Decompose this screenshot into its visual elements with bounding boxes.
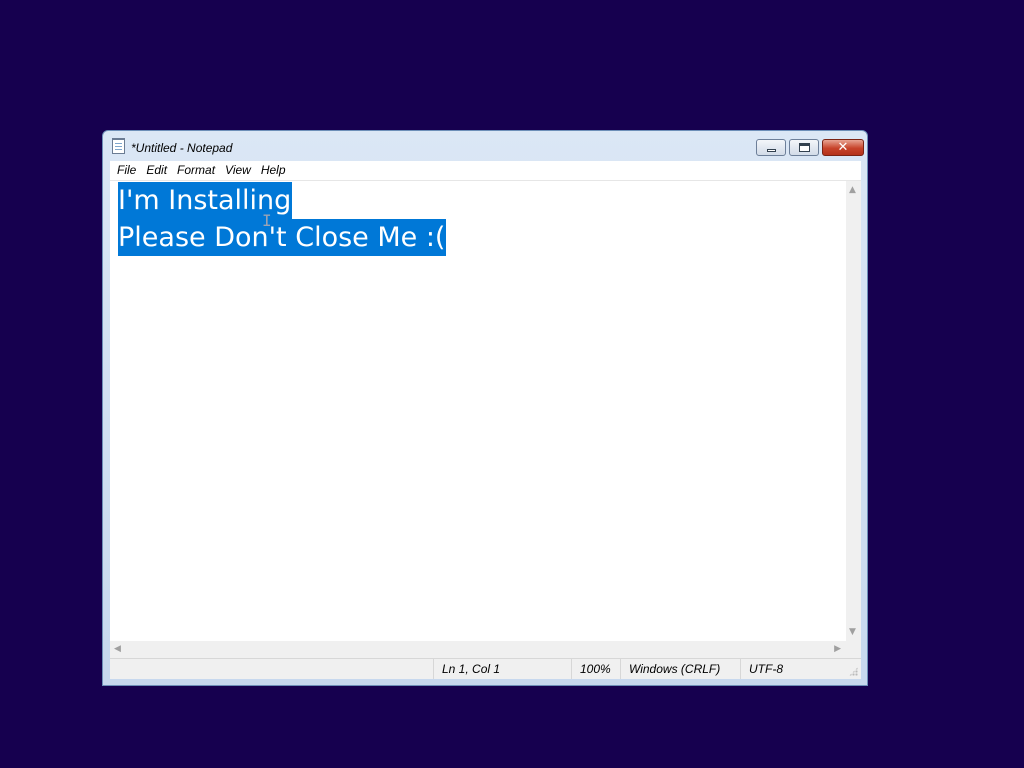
window-title: *Untitled - Notepad [131,141,233,155]
vertical-scrollbar[interactable]: ▲ ▼ [846,181,861,641]
scroll-up-icon[interactable]: ▲ [849,185,856,195]
minimize-icon [767,149,776,152]
text-cursor-icon: I [262,211,272,230]
scroll-right-icon[interactable]: ▶ [834,644,841,654]
menu-bar: File Edit Format View Help [110,161,861,181]
minimize-button[interactable] [756,139,786,156]
status-line-ending: Windows (CRLF) [620,659,720,679]
client-area: File Edit Format View Help I'm Installin… [110,161,861,679]
status-bar: Ln 1, Col 1 100% Windows (CRLF) UTF-8 [110,658,861,679]
close-button[interactable]: ✕ [822,139,864,156]
text-editor[interactable]: I'm Installing Please Don't Close Me :( … [110,181,846,641]
status-encoding: UTF-8 [740,659,783,679]
status-zoom: 100% [571,659,611,679]
title-bar[interactable]: *Untitled - Notepad ✕ [103,131,867,161]
scroll-left-icon[interactable]: ◀ [114,644,121,654]
caption-buttons: ✕ [756,139,864,156]
notepad-app-icon[interactable] [112,138,125,154]
editor-line-2[interactable]: Please Don't Close Me :( [118,219,447,256]
menu-edit[interactable]: Edit [141,161,172,180]
horizontal-scrollbar[interactable]: ◀ ▶ [110,641,846,658]
size-grip-icon[interactable] [849,667,858,676]
maximize-button[interactable] [789,139,819,156]
menu-help[interactable]: Help [256,161,291,180]
notepad-window[interactable]: *Untitled - Notepad ✕ File Edit Format V… [102,130,868,686]
scrollbar-corner [846,641,861,658]
menu-format[interactable]: Format [172,161,220,180]
scroll-down-icon[interactable]: ▼ [849,627,856,637]
menu-file[interactable]: File [112,161,141,180]
menu-view[interactable]: View [220,161,256,180]
maximize-icon [799,143,810,152]
close-icon: ✕ [837,140,849,155]
status-cursor-position: Ln 1, Col 1 [433,659,500,679]
